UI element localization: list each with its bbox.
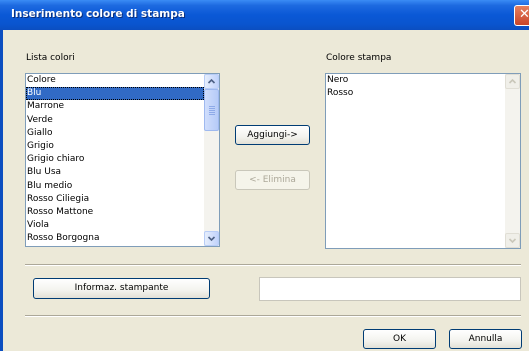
scroll-down-button[interactable] — [505, 233, 520, 248]
print-color-list[interactable]: Nero Rosso — [325, 73, 521, 249]
title-bar[interactable]: Inserimento colore di stampa ✕ — [0, 0, 529, 30]
list-item[interactable]: Verde — [26, 114, 204, 127]
color-list-scrollbar[interactable] — [204, 74, 219, 246]
remove-button[interactable]: <- Elimina — [235, 170, 310, 190]
scroll-up-button[interactable] — [204, 74, 219, 89]
separator — [25, 315, 521, 317]
list-item[interactable]: Colore — [26, 74, 204, 87]
ok-button[interactable]: OK — [363, 329, 436, 349]
chevron-up-icon — [508, 78, 517, 84]
list-item-selected[interactable]: Blu — [26, 87, 204, 101]
printer-info-button[interactable]: Informaz. stampante — [33, 278, 210, 299]
chevron-up-icon — [207, 78, 216, 84]
window-title: Inserimento colore di stampa — [11, 8, 185, 20]
scroll-up-button[interactable] — [505, 74, 520, 89]
scroll-thumb[interactable] — [204, 89, 219, 131]
scroll-down-button[interactable] — [204, 231, 219, 246]
close-icon: ✕ — [519, 7, 529, 22]
grip-icon — [209, 106, 215, 115]
window-frame-left — [0, 30, 3, 351]
list-item[interactable]: Blu Usa — [26, 166, 204, 179]
list-item[interactable]: Rosso Mattone — [26, 206, 204, 219]
print-color-label: Colore stampa — [326, 53, 392, 63]
list-item[interactable]: Grigio — [26, 140, 204, 153]
add-button[interactable]: Aggiungi-> — [235, 125, 310, 145]
list-item[interactable]: Grigio chiaro — [26, 153, 204, 166]
list-item[interactable]: Rosso Borgogna — [26, 232, 204, 245]
list-item[interactable]: Marrone — [26, 100, 204, 113]
printer-info-field — [259, 277, 521, 301]
list-item[interactable]: Rosso Ciliegia — [26, 193, 204, 206]
chevron-down-icon — [508, 238, 517, 244]
list-item[interactable]: Blu medio — [26, 180, 204, 193]
color-list[interactable]: Colore Blu Marrone Verde Giallo Grigio G… — [25, 73, 220, 247]
print-color-list-scrollbar[interactable] — [505, 74, 520, 248]
close-button[interactable]: ✕ — [514, 5, 529, 26]
list-item[interactable]: Rosso — [326, 87, 505, 100]
list-item[interactable]: Nero — [326, 74, 505, 87]
list-item[interactable]: Giallo — [26, 127, 204, 140]
color-list-label: Lista colori — [26, 53, 75, 63]
separator — [25, 264, 521, 266]
cancel-button[interactable]: Annulla — [449, 329, 522, 349]
list-item[interactable]: Viola — [26, 219, 204, 232]
chevron-down-icon — [207, 236, 216, 242]
